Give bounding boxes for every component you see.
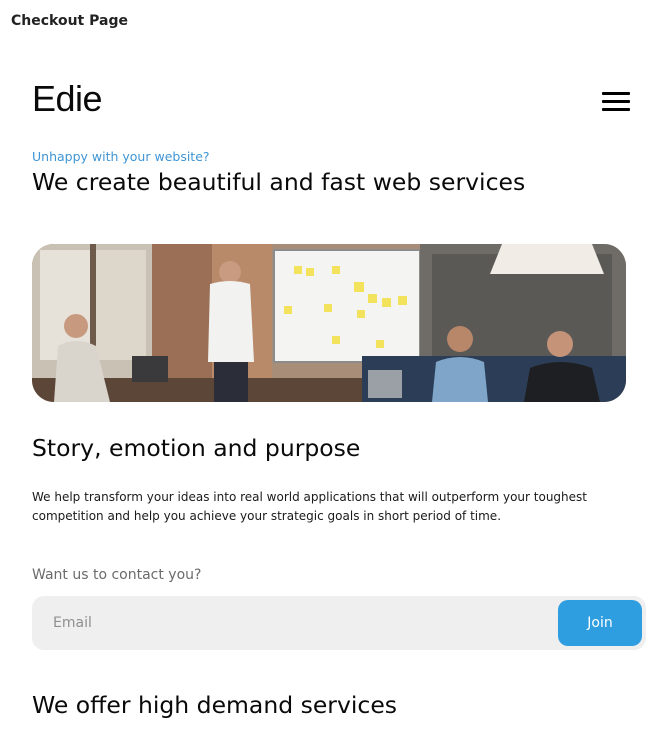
hamburger-line [602,100,630,103]
hero-eyebrow: Unhappy with your website? [32,149,210,164]
hero-photo-illustration [32,244,626,402]
site-header: Edie [32,78,630,122]
hero-team-photo [32,244,626,402]
email-signup-form: Join [32,596,646,650]
hamburger-line [602,92,630,95]
hamburger-line [602,108,630,111]
services-title: We offer high demand services [32,691,398,719]
story-description: We help transform your ideas into real w… [32,490,587,523]
site-logo[interactable]: Edie [32,78,103,120]
story-title: Story, emotion and purpose [32,434,361,462]
join-button[interactable]: Join [558,600,642,646]
page-label: Checkout Page [11,13,128,29]
hamburger-menu-icon[interactable] [602,92,630,112]
email-input[interactable] [32,596,552,650]
hero-title: We create beautiful and fast web service… [32,168,526,196]
contact-prompt: Want us to contact you? [32,567,202,583]
